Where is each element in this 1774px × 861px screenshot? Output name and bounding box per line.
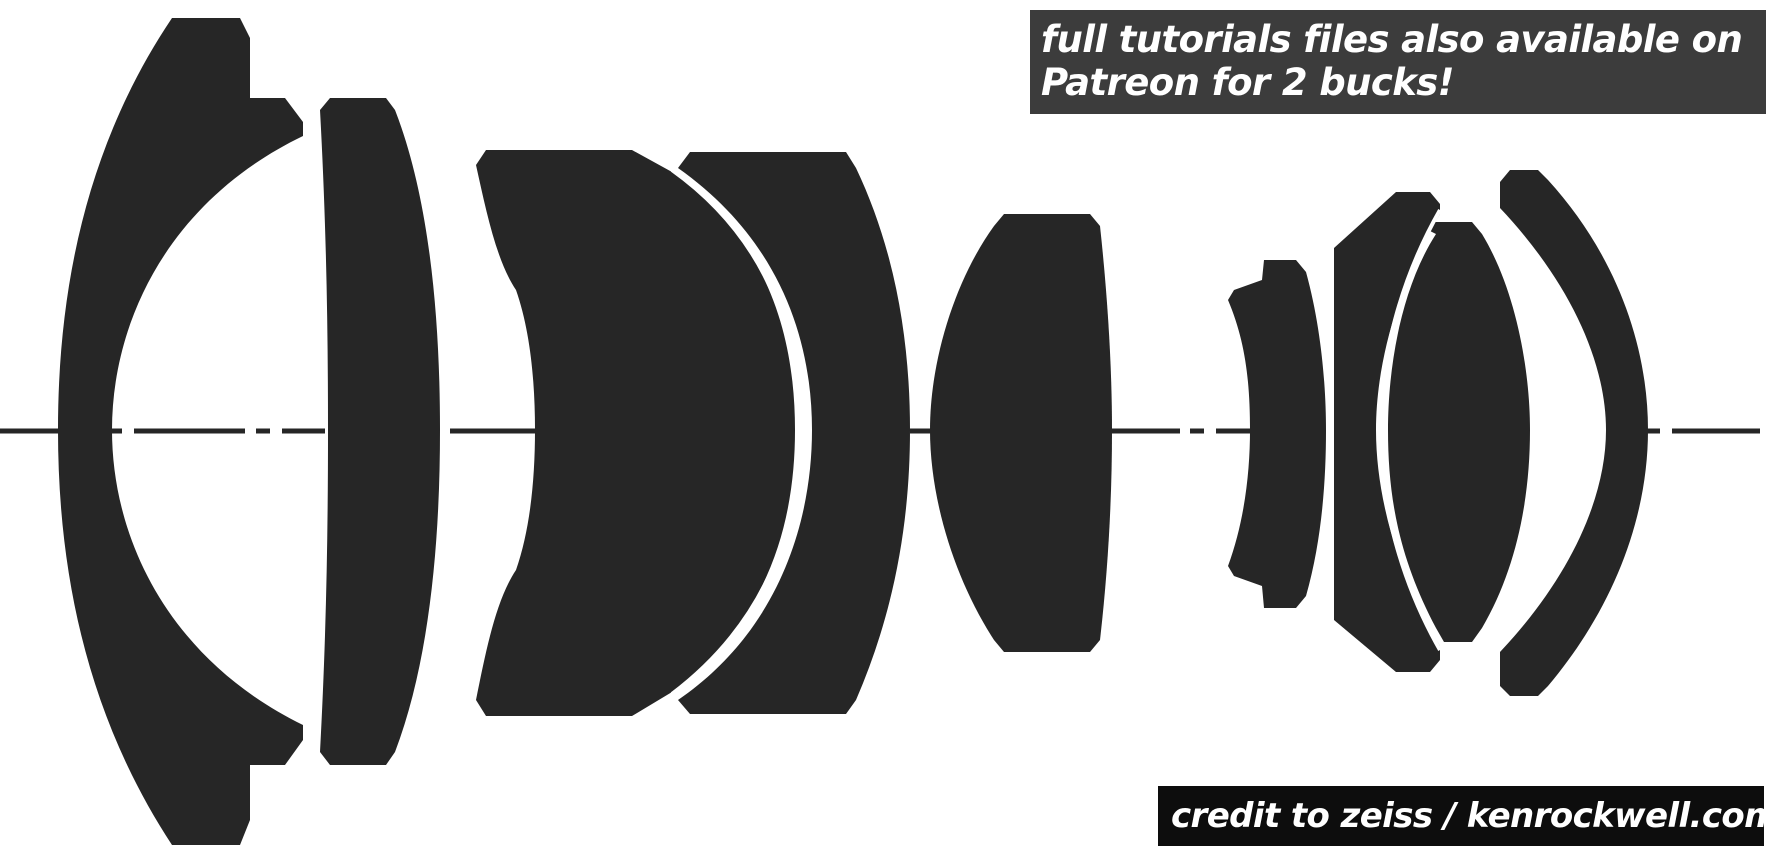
credit-text: credit to zeiss / kenrockwell.com — [1171, 796, 1764, 836]
credit-banner: credit to zeiss / kenrockwell.com — [1158, 786, 1764, 846]
lens-element-5 — [930, 214, 1112, 652]
patreon-note-banner: full tutorials files also available on P… — [1030, 10, 1766, 114]
patreon-note-line-2: Patreon for 2 bucks! — [1041, 61, 1455, 104]
patreon-note-line-1: full tutorials files also available on — [1041, 18, 1743, 61]
lens-diagram-figure: full tutorials files also available on P… — [0, 0, 1774, 861]
lens-diagram — [0, 18, 1760, 845]
lens-element-6 — [1228, 260, 1326, 608]
lens-element-2 — [320, 98, 440, 765]
